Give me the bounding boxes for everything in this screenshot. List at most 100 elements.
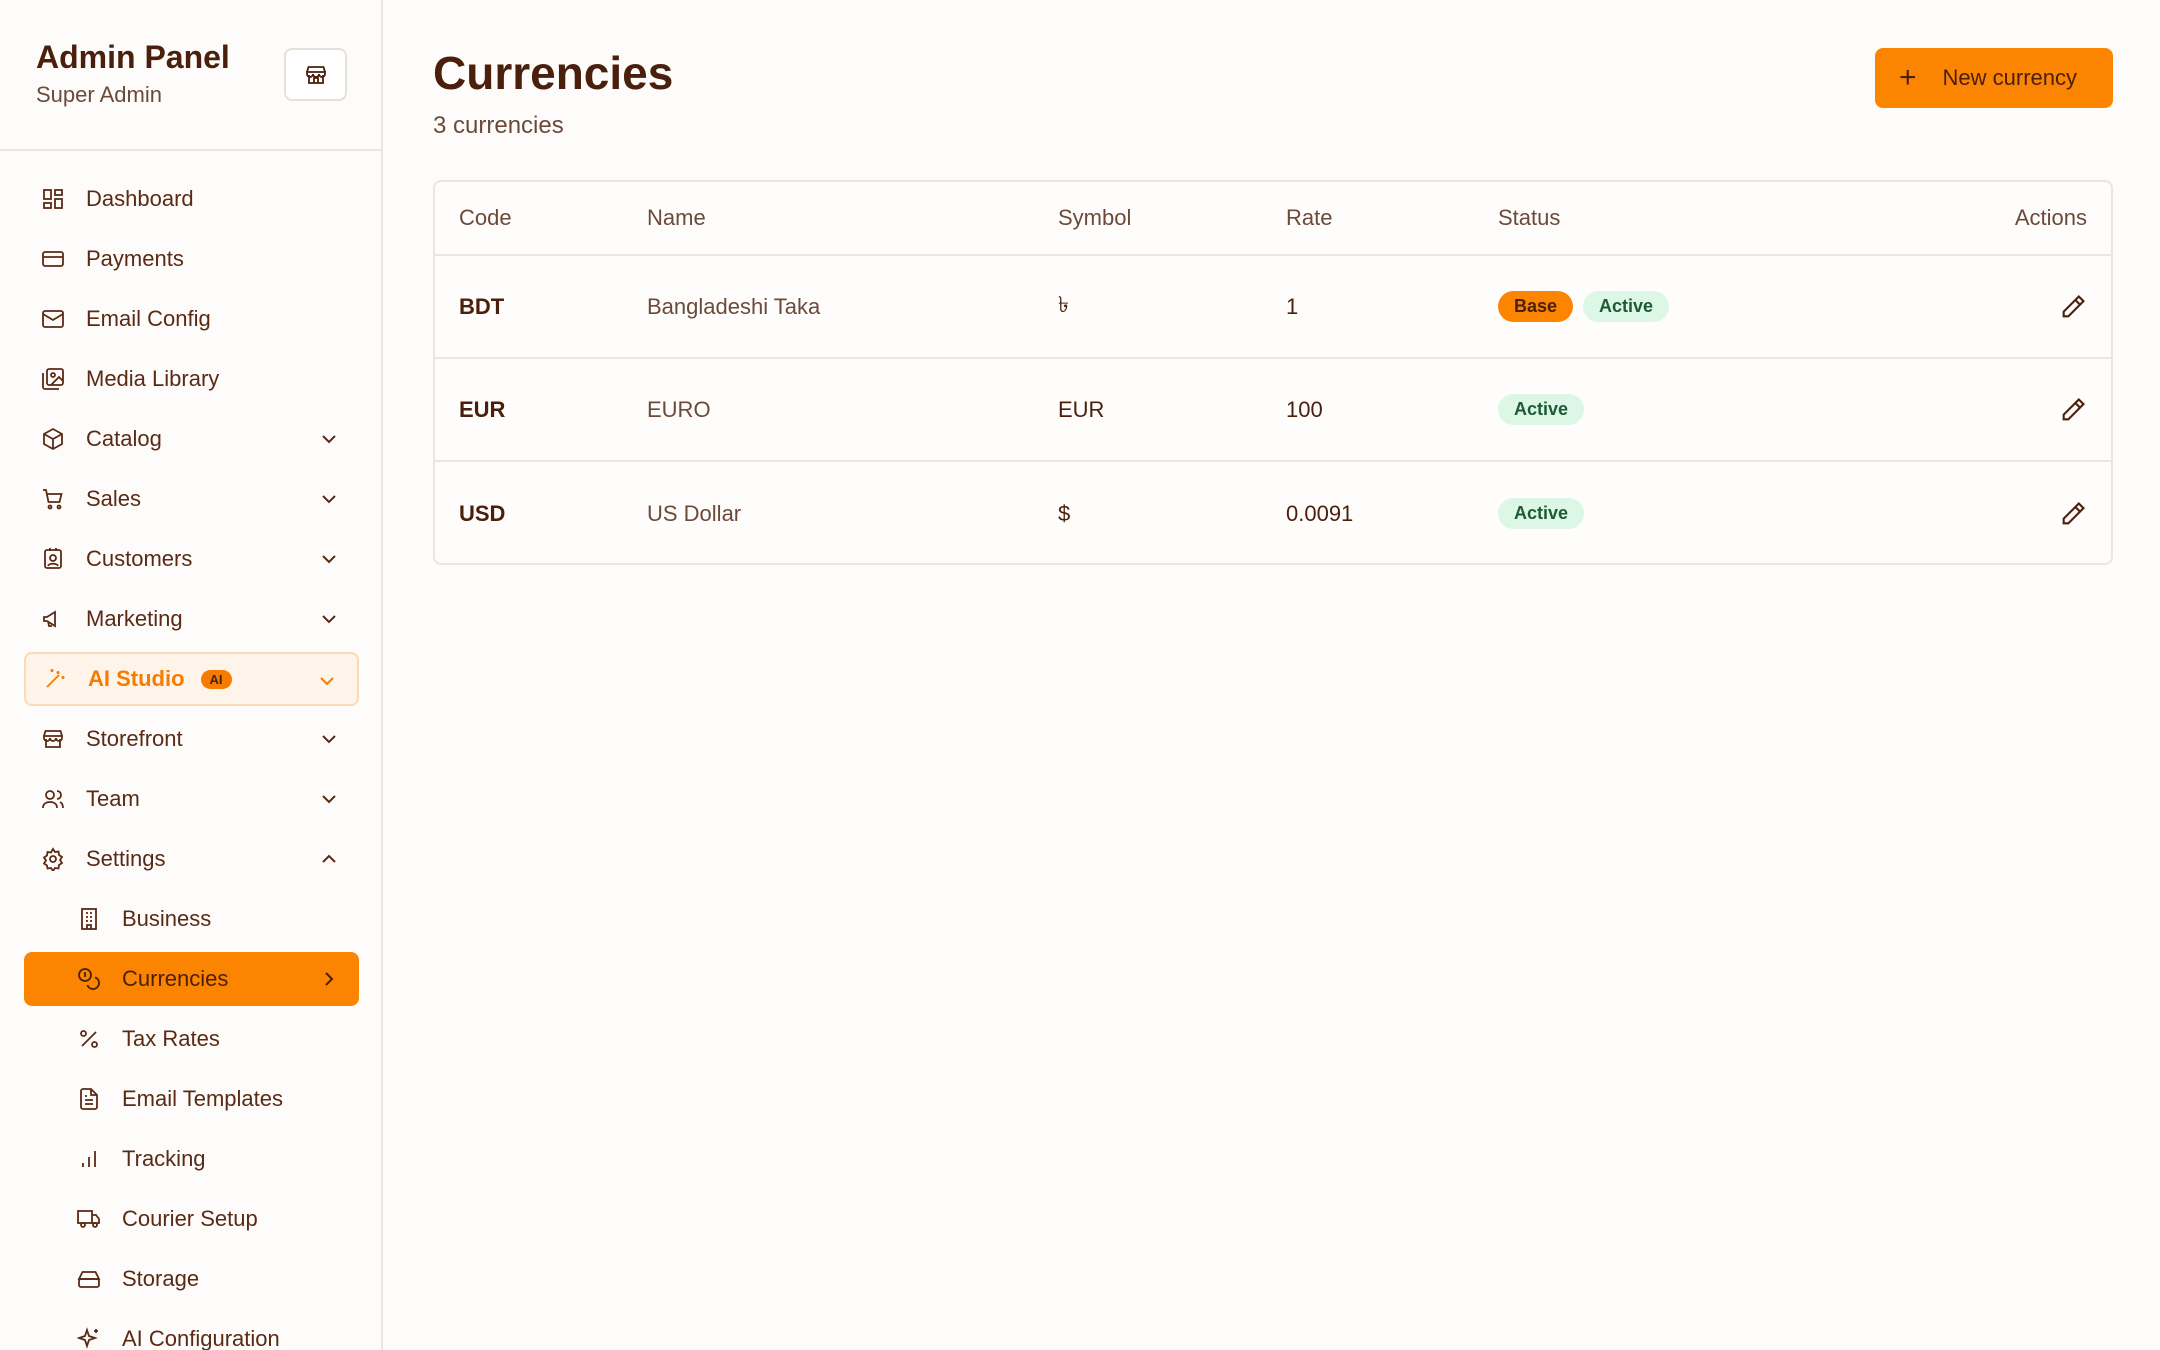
sidebar-item-label: Payments [86,246,184,271]
sidebar-item-label: Tracking [122,1146,206,1171]
sidebar-item-business[interactable]: Business [24,892,359,946]
sidebar-nav: Dashboard Payments Email Config Media Li… [24,172,359,1350]
package-icon [40,426,66,452]
currency-name: US Dollar [647,500,742,526]
image-library-icon [40,366,66,392]
status-badge: Active [1498,394,1585,425]
building-icon [76,906,102,932]
currencies-table: Code Name Symbol Rate Status Actions BDT… [433,180,2113,565]
chevron-down-icon [322,555,336,564]
sidebar-item-ai-studio[interactable]: AI Studio AI [24,652,359,706]
percent-icon [76,1026,102,1052]
chevron-down-icon [322,735,336,744]
currency-name: Bangladeshi Taka [647,293,821,319]
storefront-button[interactable] [284,48,347,101]
sidebar-item-dashboard[interactable]: Dashboard [24,172,359,226]
base-badge: Base [1498,291,1574,322]
ai-badge: AI [200,669,232,689]
column-rate[interactable]: Rate [1286,182,1332,254]
sidebar-item-ai-configuration[interactable]: AI Configuration [24,1312,359,1350]
brand-header: Admin Panel Super Admin [0,0,381,151]
sidebar-item-currencies[interactable]: Currencies [24,952,359,1006]
new-currency-label: New currency [1942,65,2078,90]
cart-icon [40,486,66,512]
magic-wand-icon [42,666,68,692]
dashboard-icon [40,186,66,212]
sidebar-item-payments[interactable]: Payments [24,232,359,286]
sidebar-item-label: Marketing [86,606,183,631]
megaphone-icon [40,606,66,632]
pencil-icon [2062,294,2085,317]
currency-status: Base Active [1498,256,1679,357]
sidebar-item-customers[interactable]: Customers [24,532,359,586]
edit-button[interactable] [2059,359,2087,460]
table-row[interactable]: EUR EURO EUR 100 Active [435,359,2111,462]
currency-symbol: $ [1058,500,1071,526]
chevron-down-icon [320,677,334,686]
column-name[interactable]: Name [647,182,706,254]
sidebar-item-tracking[interactable]: Tracking [24,1132,359,1186]
sidebar-item-label: Storage [122,1266,200,1291]
hard-drive-icon [76,1266,102,1292]
sidebar-item-tax-rates[interactable]: Tax Rates [24,1012,359,1066]
sidebar-item-label: Currencies [122,966,229,991]
gear-icon [40,846,66,872]
column-status[interactable]: Status [1498,182,1560,254]
chevron-down-icon [322,495,336,504]
currency-code: USD [459,500,506,526]
currency-status: Active [1498,359,1594,460]
currency-rate: 0.0091 [1286,500,1354,526]
currency-status: Active [1498,462,1594,563]
sidebar-item-label: Business [122,906,212,931]
sidebar-item-label: Team [86,786,140,811]
table-row[interactable]: USD US Dollar $ 0.0091 Active [435,462,2111,563]
sidebar-item-sales[interactable]: Sales [24,472,359,526]
store-icon [40,726,66,752]
sidebar-item-storage[interactable]: Storage [24,1252,359,1306]
currency-name: EURO [647,396,711,422]
currency-rate: 100 [1286,396,1323,422]
column-code[interactable]: Code [459,182,512,254]
sidebar-item-label: Sales [86,486,142,511]
sidebar-item-label: Storefront [86,726,183,751]
chevron-up-icon [322,854,336,863]
coins-icon [76,966,102,992]
currency-rate: 1 [1286,293,1299,319]
sidebar-item-label: Media Library [86,366,220,391]
currency-count: 3 currencies [433,112,564,139]
sidebar-item-settings[interactable]: Settings [24,832,359,886]
plus-icon: + [1899,61,1917,94]
sidebar-item-label: Tax Rates [122,1026,220,1051]
currency-code: EUR [459,396,506,422]
table-header: Code Name Symbol Rate Status Actions [435,182,2111,256]
contact-icon [40,546,66,572]
sidebar-item-storefront[interactable]: Storefront [24,712,359,766]
new-currency-button[interactable]: + New currency [1875,48,2113,108]
edit-button[interactable] [2059,462,2087,563]
chevron-down-icon [322,435,336,444]
chevron-down-icon [322,615,336,624]
sidebar-item-label: Courier Setup [122,1206,258,1231]
pencil-icon [2062,501,2085,524]
table-row[interactable]: BDT Bangladeshi Taka ৳ 1 Base Active [435,256,2111,359]
bar-chart-icon [76,1146,102,1172]
sidebar-item-courier-setup[interactable]: Courier Setup [24,1192,359,1246]
currency-code: BDT [459,293,505,319]
edit-button[interactable] [2059,256,2087,357]
sidebar-item-team[interactable]: Team [24,772,359,826]
sidebar-item-email-templates[interactable]: Email Templates [24,1072,359,1126]
sidebar-item-media-library[interactable]: Media Library [24,352,359,406]
currency-symbol: EUR [1058,396,1105,422]
sidebar-item-label: Dashboard [86,186,194,211]
store-icon [305,65,326,84]
chevron-down-icon [322,795,336,804]
sidebar-item-marketing[interactable]: Marketing [24,592,359,646]
column-symbol[interactable]: Symbol [1058,182,1131,254]
sidebar-item-label: Catalog [86,426,162,451]
sidebar-item-label: AI Configuration [122,1326,280,1350]
sidebar-item-label: Email Templates [122,1086,283,1111]
sidebar-item-email-config[interactable]: Email Config [24,292,359,346]
sidebar-item-catalog[interactable]: Catalog [24,412,359,466]
column-actions: Actions [2014,205,2087,230]
sparkles-icon [76,1326,102,1350]
